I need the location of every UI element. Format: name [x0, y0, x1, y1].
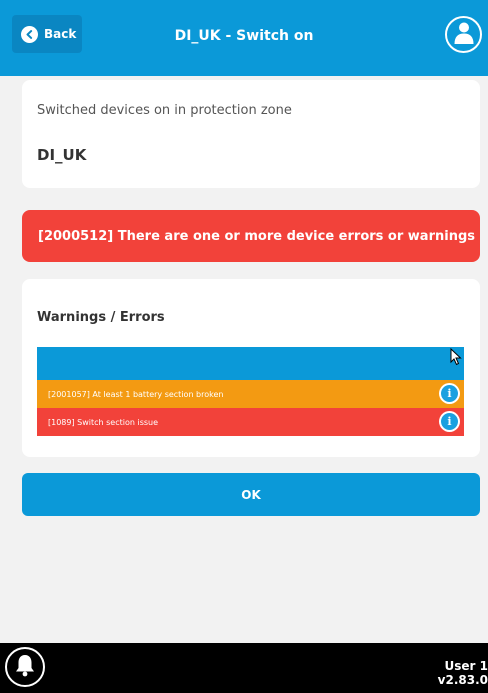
error-banner: [2000512] There are one or more device e…: [22, 210, 480, 262]
info-icon[interactable]: i: [439, 383, 460, 404]
app-header: Back DI_UK - Switch on: [0, 0, 488, 76]
error-row[interactable]: [1089] Switch section issue i: [37, 408, 464, 436]
ok-button[interactable]: OK: [22, 473, 480, 516]
zone-description: Switched devices on in protection zone: [37, 103, 292, 118]
zone-name: DI_UK: [37, 146, 87, 164]
notifications-button[interactable]: [5, 647, 45, 687]
warnings-title: Warnings / Errors: [37, 310, 165, 325]
page-title: DI_UK - Switch on: [174, 28, 314, 44]
warnings-table-header: [37, 347, 464, 380]
user-icon: [453, 21, 475, 49]
zone-info-card: Switched devices on in protection zone D…: [22, 80, 480, 188]
user-name: User 1: [444, 659, 488, 673]
app-footer: User 1 v2.83.0: [0, 643, 488, 693]
app-version: v2.83.0: [437, 673, 488, 687]
user-button[interactable]: [445, 16, 482, 53]
user-version-info: User 1 v2.83.0: [438, 659, 488, 687]
warning-row[interactable]: [2001057] At least 1 battery section bro…: [37, 380, 464, 408]
mouse-cursor-icon: [450, 347, 462, 370]
bell-icon: [14, 653, 36, 681]
warning-row-text: [2001057] At least 1 battery section bro…: [48, 389, 224, 399]
error-row-text: [1089] Switch section issue: [48, 417, 159, 427]
info-icon[interactable]: i: [439, 411, 460, 432]
warnings-card: Warnings / Errors [2001057] At least 1 b…: [22, 279, 480, 457]
